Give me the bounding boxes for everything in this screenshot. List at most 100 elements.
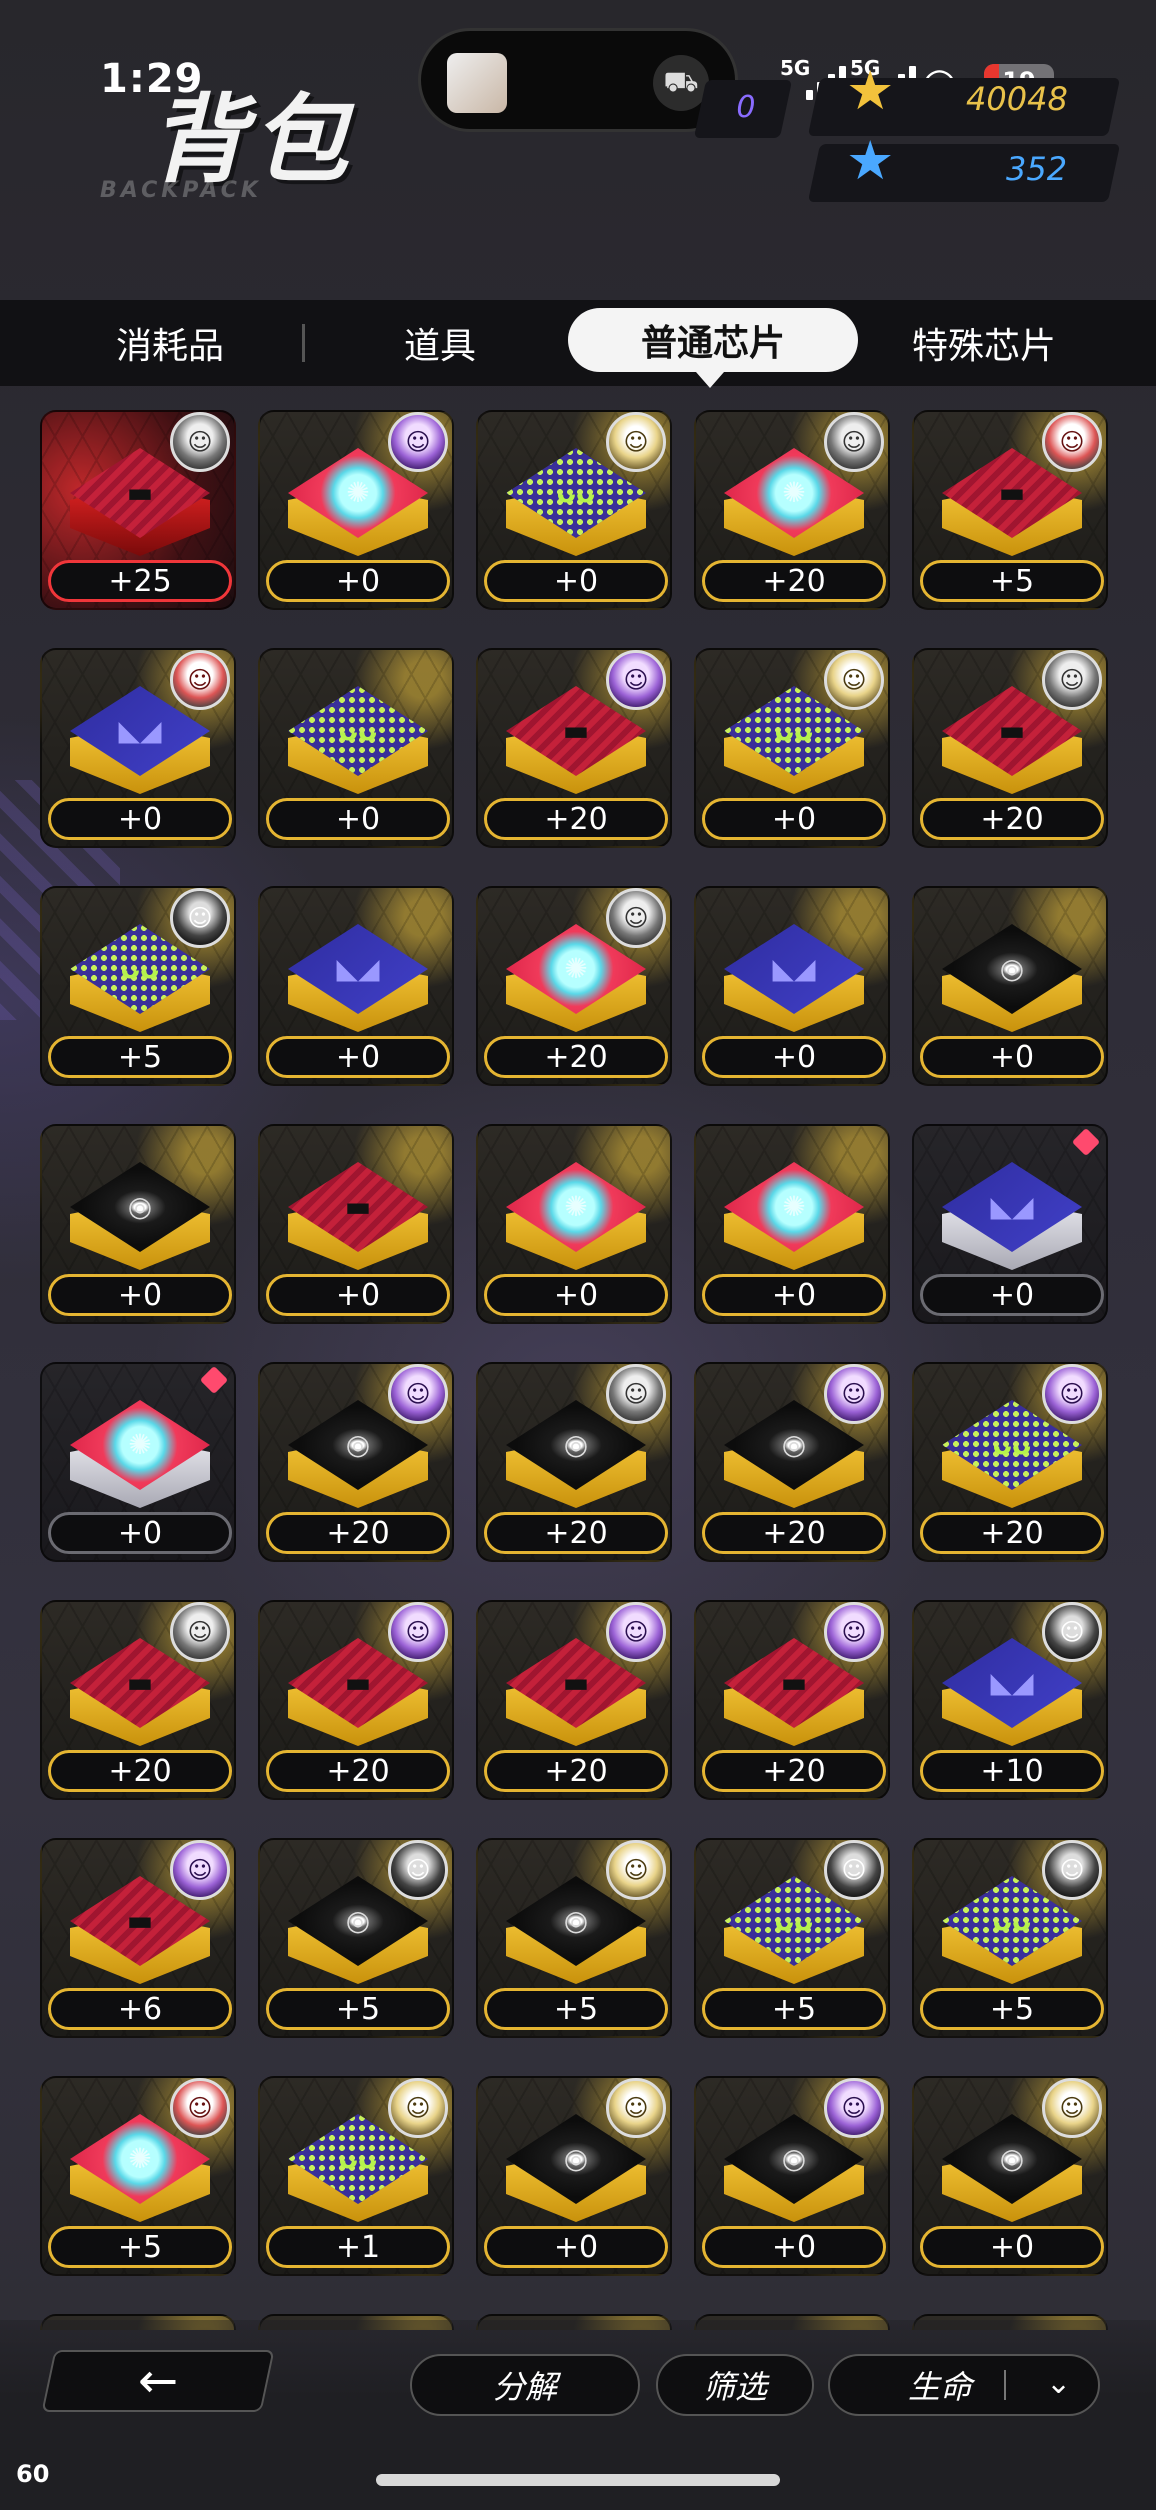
character-avatar-icon: ☺ [824, 1840, 884, 1900]
character-avatar-icon: ☺ [1042, 650, 1102, 710]
chip-level-badge: +0 [702, 1274, 886, 1316]
chip-glyph: ◣◢ [118, 713, 162, 747]
chip-level-badge: +0 [484, 1274, 668, 1316]
decompose-label: 分解 [492, 2368, 557, 2406]
chip-card[interactable]: ◣◢ +0 [912, 1124, 1108, 1324]
chip-glyph: ✺ [564, 951, 588, 985]
chip-card[interactable]: ✺ +0 [694, 1124, 890, 1324]
chip-card[interactable]: ᴗᴗ ☺ +1 [258, 2076, 454, 2276]
chip-card[interactable]: ▬ ☺ +5 [912, 410, 1108, 610]
chip-card[interactable]: ᴗᴗ ☺ +0 [476, 410, 672, 610]
chip-chevron-icon: ◣◢ [288, 924, 428, 1034]
chip-card[interactable]: ᴗᴗ ☺ +5 [912, 1838, 1108, 2038]
character-avatar-icon: ☺ [388, 2078, 448, 2138]
chip-card[interactable]: ◣◢ ☺ +10 [912, 1600, 1108, 1800]
chip-card[interactable]: ◎ +0 [40, 1124, 236, 1324]
chip-level-badge: +20 [920, 1512, 1104, 1554]
chip-brain-icon: ✺ [506, 1162, 646, 1272]
chip-card[interactable]: ✺ ☺ +20 [694, 410, 890, 610]
chip-card[interactable]: ✺ +0 [40, 1362, 236, 1562]
star-value: 352 [1006, 150, 1068, 188]
sort-label: 生命 [908, 2368, 973, 2406]
chip-glyph: ✺ [128, 1427, 152, 1461]
chip-glyph: ᴗᴗ [774, 1903, 814, 1937]
chip-card[interactable]: ◎ ☺ +20 [258, 1362, 454, 1562]
chip-card[interactable]: ᴗᴗ +0 [258, 648, 454, 848]
chip-level-badge: +0 [48, 798, 232, 840]
chip-glyph: ◎ [127, 1189, 153, 1223]
chip-swirl-icon: ◎ [70, 1162, 210, 1272]
chip-card[interactable]: ◎ ☺ +0 [476, 2076, 672, 2276]
chip-card[interactable]: ◎ +0 [912, 886, 1108, 1086]
chip-glyph: ◣◢ [990, 1189, 1034, 1223]
chip-glyph: ᴗᴗ [120, 951, 160, 985]
tab-special-chips[interactable]: 特殊芯片 [874, 300, 1094, 386]
chip-glyph: ◎ [345, 1903, 371, 1937]
chip-level-badge: +0 [48, 1274, 232, 1316]
chip-card[interactable]: ✺ ☺ +0 [258, 410, 454, 610]
chip-card[interactable]: ◣◢ +0 [258, 886, 454, 1086]
tab-items[interactable]: 道具 [330, 300, 550, 386]
chip-glyph: ᴗᴗ [338, 2141, 378, 2175]
chip-level-badge: +10 [920, 1750, 1104, 1792]
chip-card[interactable]: ▬ +0 [258, 1124, 454, 1324]
character-avatar-icon: ☺ [170, 1602, 230, 1662]
dropdown-separator [1004, 2370, 1006, 2400]
chip-card[interactable]: ▬ ☺ +20 [694, 1600, 890, 1800]
chip-level-badge: +0 [702, 1036, 886, 1078]
chip-glyph: ᴗᴗ [774, 713, 814, 747]
chip-glyph: ▬ [562, 713, 590, 747]
chip-card[interactable]: ▬ ☺ +20 [912, 648, 1108, 848]
chip-bullet-icon: ▬ [288, 1162, 428, 1272]
chip-card[interactable]: ✺ ☺ +5 [40, 2076, 236, 2276]
chip-card[interactable]: ᴗᴗ ☺ +5 [40, 886, 236, 1086]
character-avatar-icon: ☺ [606, 1840, 666, 1900]
dynamic-island[interactable]: ⛟ [418, 28, 738, 132]
chip-level-badge: +0 [266, 560, 450, 602]
chip-card[interactable]: ✺ +0 [476, 1124, 672, 1324]
chip-card[interactable]: ✺ ☺ +20 [476, 886, 672, 1086]
home-indicator[interactable] [376, 2474, 780, 2486]
chip-card[interactable]: ◣◢ ☺ +0 [40, 648, 236, 848]
character-avatar-icon: ☺ [388, 1602, 448, 1662]
character-avatar-icon: ☺ [606, 888, 666, 948]
chip-level-badge: +20 [48, 1750, 232, 1792]
chip-card[interactable]: ◣◢ +0 [694, 886, 890, 1086]
chip-card[interactable]: ◎ ☺ +0 [912, 2076, 1108, 2276]
fps-counter: 60 [16, 2460, 50, 2488]
chip-card[interactable]: ▬ ☺ +20 [476, 648, 672, 848]
back-button[interactable]: ← [41, 2350, 275, 2412]
chip-level-badge: +20 [484, 798, 668, 840]
chip-glyph: ✺ [346, 475, 370, 509]
chip-card[interactable]: ▬ ☺ +25 [40, 410, 236, 610]
chip-card[interactable]: ◎ ☺ +5 [258, 1838, 454, 2038]
chip-card[interactable]: ▬ ☺ +20 [40, 1600, 236, 1800]
chip-card[interactable]: ▬ ☺ +6 [40, 1838, 236, 2038]
chip-card[interactable]: ᴗᴗ ☺ +0 [694, 648, 890, 848]
tab-separator [302, 324, 305, 362]
chip-card[interactable]: ◎ ☺ +20 [694, 1362, 890, 1562]
chip-card[interactable]: ▬ ☺ +20 [476, 1600, 672, 1800]
chip-level-badge: +0 [702, 2226, 886, 2268]
chip-level-badge: +0 [266, 1274, 450, 1316]
decompose-button[interactable]: 分解 [410, 2354, 640, 2416]
character-avatar-icon: ☺ [606, 650, 666, 710]
chip-level-badge: +20 [702, 560, 886, 602]
character-avatar-icon: ☺ [606, 412, 666, 472]
chip-glyph: ◎ [999, 2141, 1025, 2175]
gold-value: 40048 [966, 80, 1068, 118]
character-avatar-icon: ☺ [824, 2078, 884, 2138]
chip-card[interactable]: ◎ ☺ +0 [694, 2076, 890, 2276]
chip-card[interactable]: ◎ ☺ +20 [476, 1362, 672, 1562]
tab-normal-chips[interactable]: 普通芯片 [568, 308, 858, 372]
chip-card[interactable]: ◎ ☺ +5 [476, 1838, 672, 2038]
chip-card[interactable]: ᴗᴗ ☺ +5 [694, 1838, 890, 2038]
chip-glyph: ◎ [781, 2141, 807, 2175]
character-avatar-icon: ☺ [606, 1602, 666, 1662]
chevron-down-icon[interactable]: ⌄ [1046, 2366, 1071, 2401]
chip-glyph: ◎ [563, 1903, 589, 1937]
filter-button[interactable]: 筛选 [656, 2354, 814, 2416]
tab-consumables[interactable]: 消耗品 [60, 300, 280, 386]
chip-card[interactable]: ᴗᴗ ☺ +20 [912, 1362, 1108, 1562]
chip-card[interactable]: ▬ ☺ +20 [258, 1600, 454, 1800]
